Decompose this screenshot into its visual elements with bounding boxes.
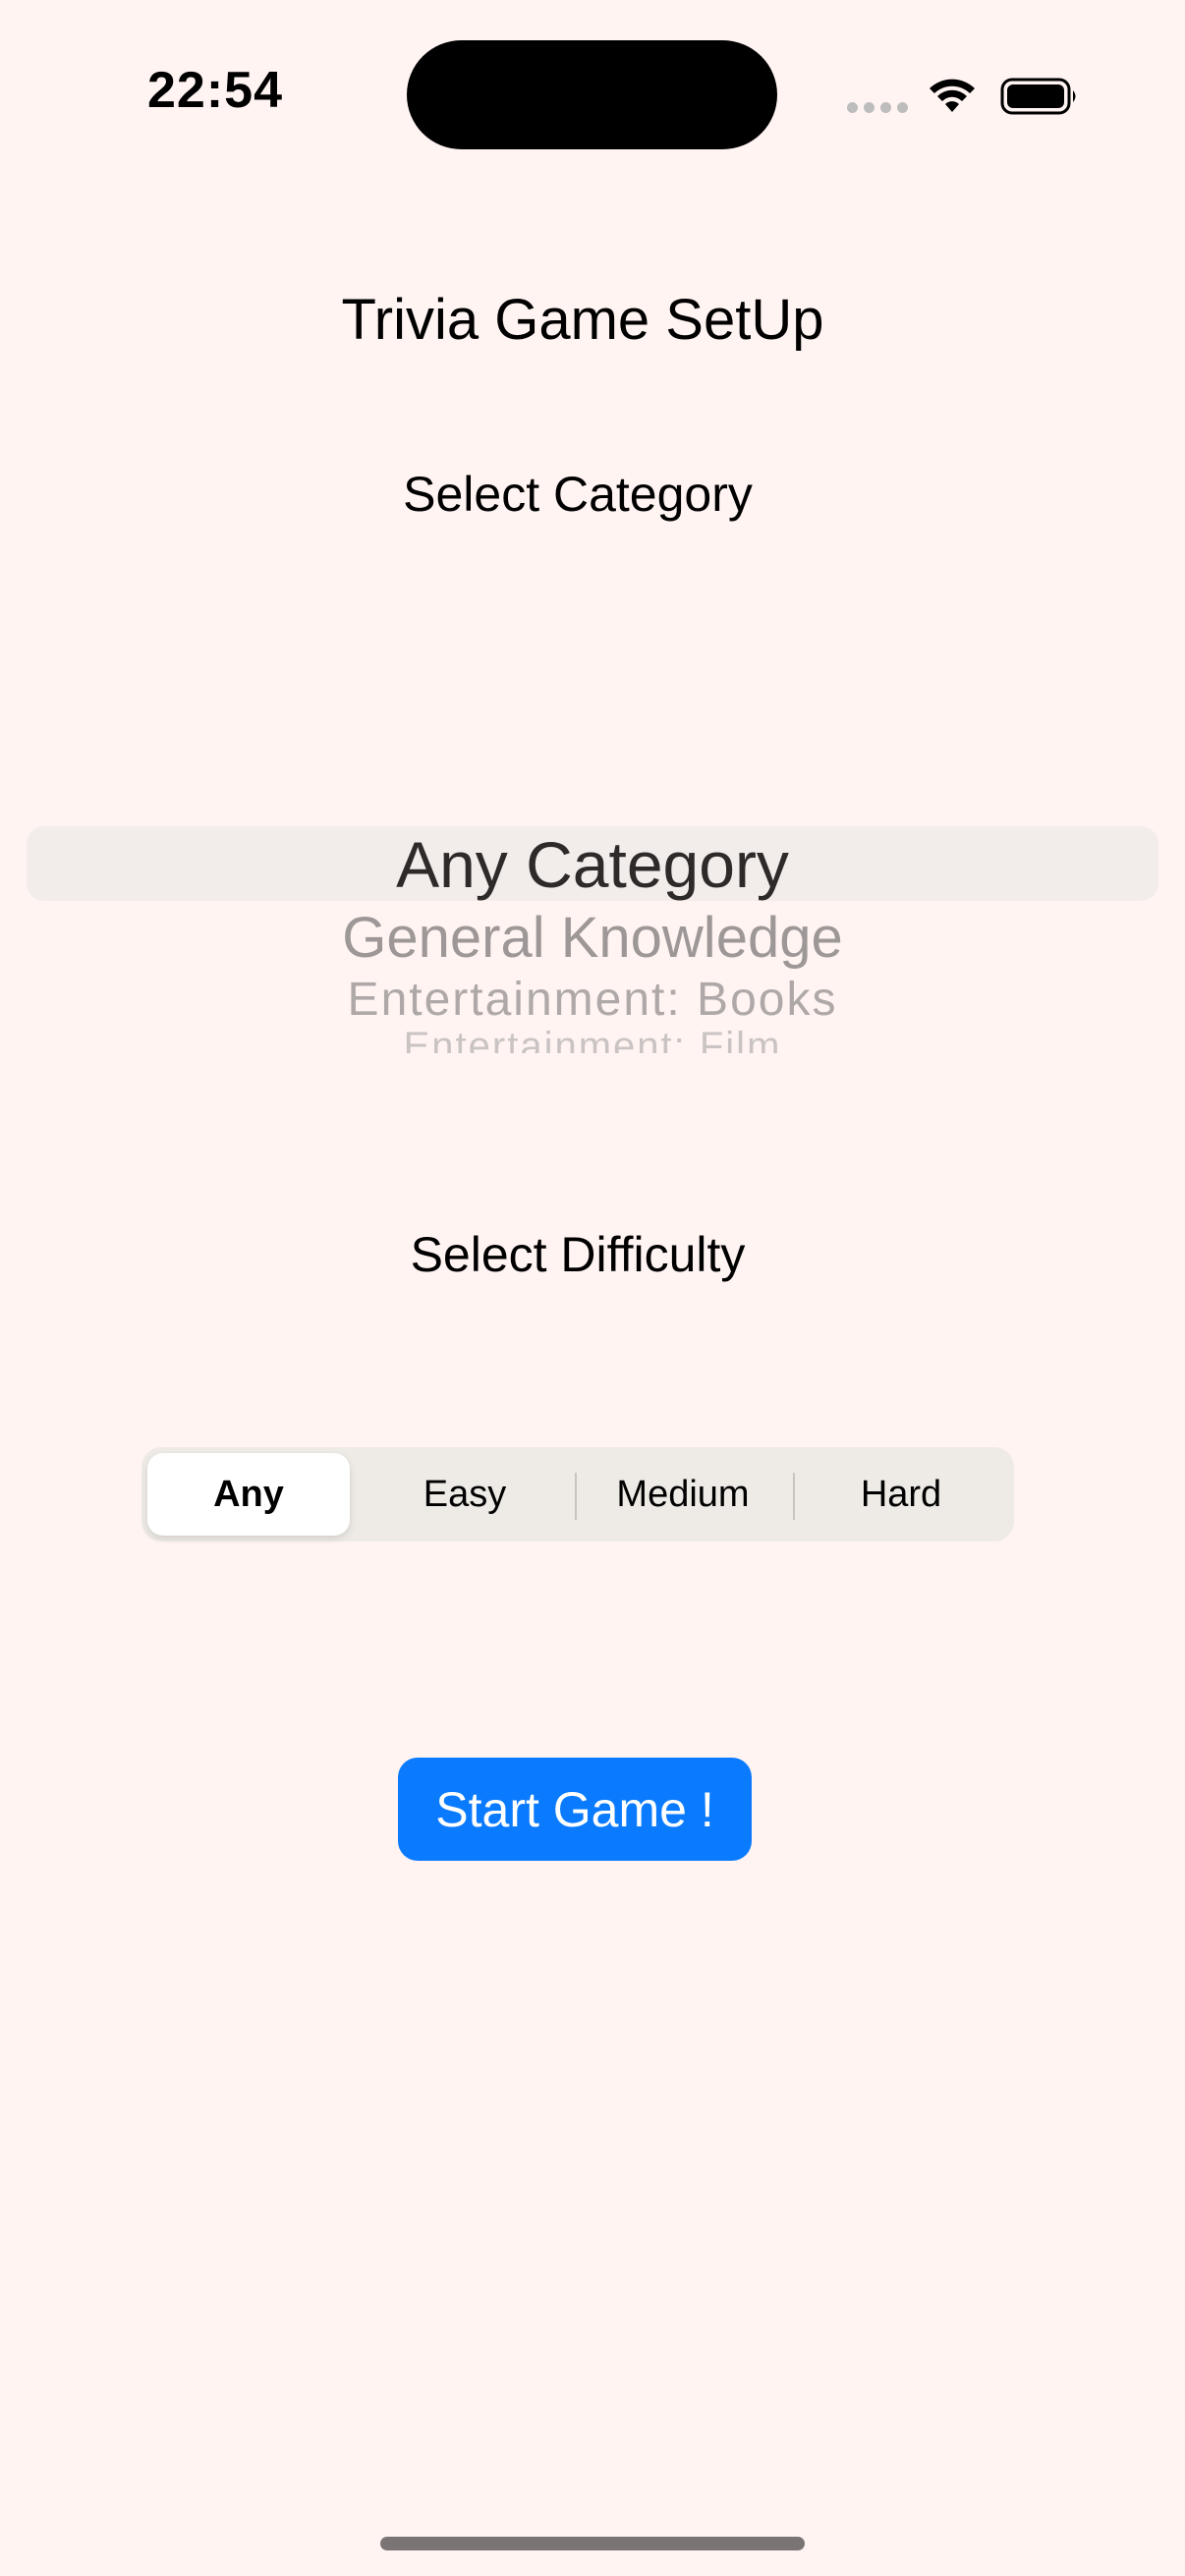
segment-divider [793, 1473, 795, 1520]
select-category-label: Select Category [403, 467, 753, 522]
segment-easy[interactable]: Easy [364, 1453, 566, 1536]
status-time: 22:54 [147, 62, 283, 119]
dynamic-island [407, 40, 777, 149]
difficulty-segmented-control[interactable]: Any Easy Medium Hard [141, 1447, 1014, 1541]
picker-item-general-knowledge[interactable]: General Knowledge [0, 905, 1185, 971]
cellular-signal-icon [847, 102, 908, 114]
segment-hard[interactable]: Hard [800, 1453, 1002, 1536]
wifi-icon [930, 79, 975, 112]
home-indicator[interactable] [380, 2537, 805, 2550]
segment-medium[interactable]: Medium [582, 1453, 784, 1536]
segment-divider [575, 1473, 577, 1520]
page-title: Trivia Game SetUp [341, 288, 824, 352]
start-game-button[interactable]: Start Game ! [398, 1758, 752, 1861]
segment-any[interactable]: Any [147, 1453, 350, 1536]
battery-icon [1000, 78, 1076, 115]
picker-item-entertainment-film[interactable]: Entertainment: Film [0, 1024, 1185, 1053]
picker-item-entertainment-books[interactable]: Entertainment: Books [0, 973, 1185, 1027]
picker-item-any-category[interactable]: Any Category [0, 827, 1185, 902]
select-difficulty-label: Select Difficulty [410, 1227, 746, 1282]
trivia-setup-screen: 22:54 Trivia Game SetUp Select Category … [0, 0, 1185, 2576]
